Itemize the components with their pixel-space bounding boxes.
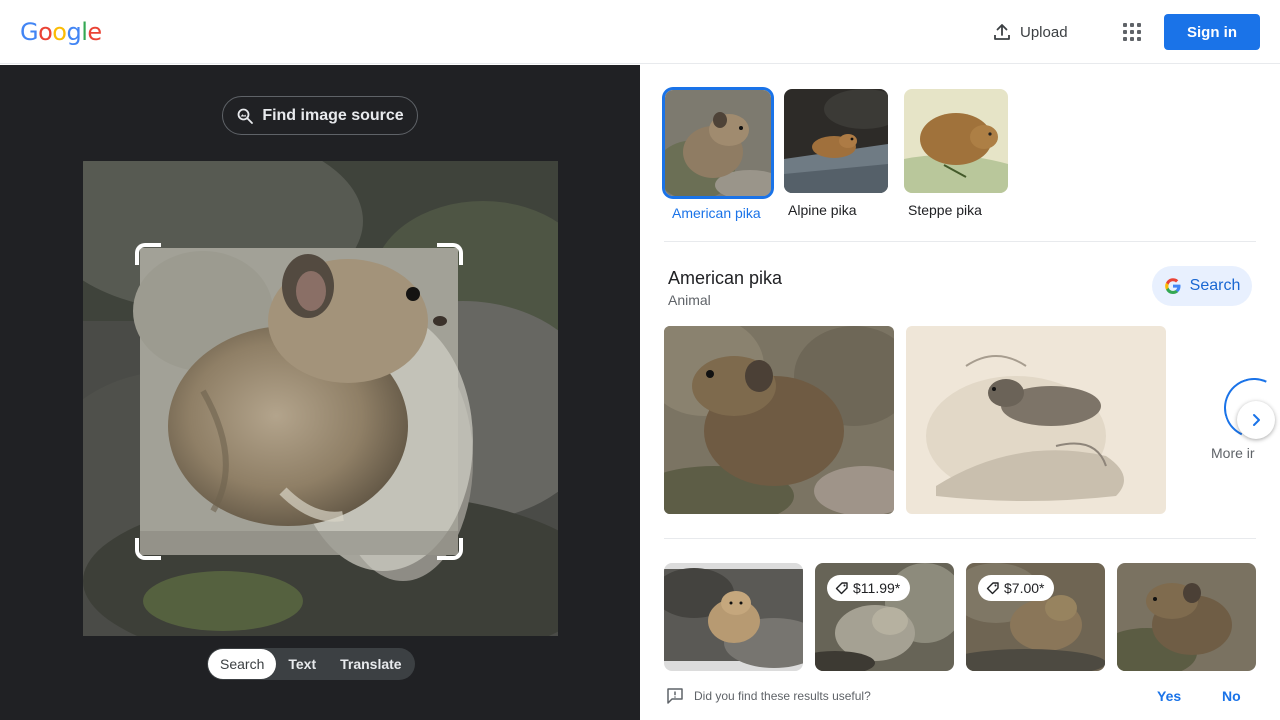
thumbnail-image — [784, 89, 888, 193]
logo-letter: e — [87, 18, 102, 46]
feedback-yes-button[interactable]: Yes — [1157, 688, 1181, 704]
tab-text[interactable]: Text — [276, 649, 328, 679]
feedback-no-button[interactable]: No — [1222, 688, 1241, 704]
divider — [664, 538, 1256, 539]
feedback-question: Did you find these results useful? — [694, 689, 871, 703]
upload-icon — [994, 24, 1010, 40]
logo-letter: g — [66, 18, 82, 46]
find-image-source-label: Find image source — [262, 106, 404, 124]
google-g-icon — [1164, 278, 1181, 294]
visual-match-result[interactable] — [664, 563, 803, 671]
results-panel: American pika Alpine pika Steppe pika Am… — [640, 65, 1280, 720]
visual-match-result[interactable]: $7.00* — [966, 563, 1105, 671]
related-entities: American pika Alpine pika Steppe pika — [664, 89, 1008, 221]
visual-match-result[interactable]: $11.99* — [815, 563, 954, 671]
find-image-source-button[interactable]: Find image source — [222, 96, 418, 135]
divider — [664, 241, 1256, 242]
more-images-label[interactable]: More ir — [1211, 445, 1256, 461]
query-image-panel: Find image source Search Text Translate — [0, 65, 640, 720]
feedback-bar: Did you find these results useful? Yes N… — [640, 678, 1280, 720]
entity-image-photo[interactable] — [664, 326, 894, 514]
crop-handle-bottom-right[interactable] — [437, 538, 463, 560]
apps-grid-icon[interactable] — [1116, 16, 1148, 48]
crop-selection-box[interactable] — [135, 243, 463, 560]
logo-letter: G — [20, 18, 39, 46]
crop-handle-bottom-left[interactable] — [135, 538, 161, 560]
price-badge: $7.00* — [978, 575, 1055, 601]
price-tag-icon — [986, 582, 999, 595]
sign-in-button[interactable]: Sign in — [1164, 14, 1260, 50]
lens-mode-tabs: Search Text Translate — [207, 648, 415, 680]
logo-letter: o — [38, 18, 53, 46]
entity-title: American pika — [668, 268, 783, 288]
related-entity-label: Steppe pika — [908, 202, 982, 218]
google-logo[interactable]: Google — [20, 18, 102, 46]
logo-letter: o — [52, 18, 67, 46]
crop-handle-top-left[interactable] — [135, 243, 161, 265]
upload-button[interactable]: Upload — [992, 16, 1068, 48]
crop-handle-top-right[interactable] — [437, 243, 463, 265]
image-search-icon — [237, 108, 254, 124]
related-entity-alpine-pika[interactable]: Alpine pika — [784, 89, 888, 221]
feedback-icon — [667, 688, 683, 704]
related-entity-steppe-pika[interactable]: Steppe pika — [904, 89, 1008, 221]
thumbnail-image — [904, 89, 1008, 193]
price-label: $7.00* — [1004, 580, 1045, 596]
price-tag-icon — [835, 582, 848, 595]
google-search-label: Search — [1189, 277, 1241, 294]
related-entity-american-pika[interactable]: American pika — [664, 89, 771, 221]
price-label: $11.99* — [853, 580, 901, 596]
related-entity-label: American pika — [672, 205, 761, 221]
chevron-right-icon — [1253, 414, 1260, 426]
google-search-button[interactable]: Search — [1152, 266, 1252, 306]
related-entity-label: Alpine pika — [788, 202, 857, 218]
entity-image-illustration[interactable] — [906, 326, 1166, 514]
tab-search[interactable]: Search — [208, 649, 277, 679]
tab-translate[interactable]: Translate — [328, 649, 413, 679]
top-bar: Google Upload Sign in — [0, 0, 1280, 64]
upload-label: Upload — [1020, 23, 1068, 41]
next-arrow-button[interactable] — [1237, 401, 1275, 439]
entity-subtitle: Animal — [668, 292, 711, 308]
price-badge: $11.99* — [827, 575, 911, 601]
thumbnail-image — [665, 90, 771, 196]
visual-match-result[interactable] — [1117, 563, 1256, 671]
